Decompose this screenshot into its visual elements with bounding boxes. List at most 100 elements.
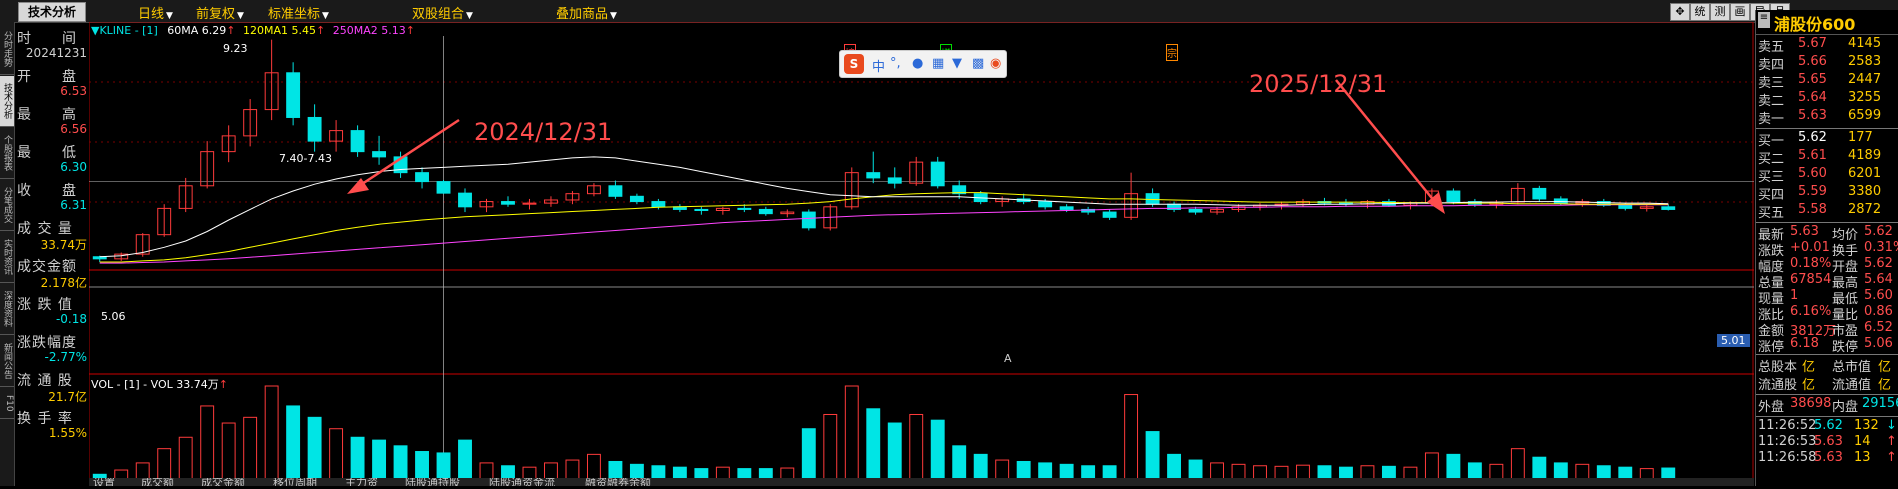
menu-period-label: 日线 [138, 7, 165, 22]
bid-label: 买二 [1758, 152, 1785, 167]
volume-bar [1124, 394, 1139, 481]
menu-adjust-label: 前复权 [196, 7, 236, 22]
candle-body [694, 208, 709, 211]
candle-body [737, 207, 752, 210]
sidebar-item-ticks[interactable]: 分笔成交 [0, 180, 14, 231]
bottom-tab[interactable]: 融资融券余额 [585, 478, 651, 486]
candle-body [1553, 198, 1568, 204]
ime-punct[interactable]: °, [890, 56, 901, 71]
quote-value: +0.01 [1790, 240, 1830, 255]
tool-stats[interactable]: 统 [1690, 3, 1710, 21]
tool-draw[interactable]: 画 [1730, 3, 1750, 21]
tool-measure[interactable]: 测 [1710, 3, 1730, 21]
quote-row: 11:26:58 5.63 13 ↑ [1758, 450, 1897, 468]
bottom-tab[interactable]: 陆股通资金流 [489, 478, 555, 486]
bottom-tab[interactable]: 陆股通持股 [405, 478, 460, 486]
candle-body [608, 185, 623, 197]
bid-volume: 177 [1848, 130, 1873, 145]
legend-kline: ▼KLINE - [1] [91, 24, 158, 37]
menu-icon[interactable]: ≡ [1758, 12, 1770, 28]
volume-bar [801, 428, 816, 481]
candle-body [1188, 208, 1203, 213]
inner-label: 内盘 [1832, 400, 1859, 415]
share-value: 亿 [1802, 360, 1816, 375]
bid-volume: 3380 [1848, 184, 1882, 199]
sidebar-item-f10[interactable]: F10 [0, 388, 14, 419]
menu-overlay[interactable]: 叠加商品 ▼ [556, 3, 617, 22]
sidebar-item-report[interactable]: 个股报表 [0, 128, 14, 179]
bottom-tab[interactable]: 成交额 [141, 478, 174, 486]
menu-dual-stock[interactable]: 双股组合 ▼ [412, 3, 473, 22]
tab-technical-analysis[interactable]: 技术分析 [18, 2, 86, 22]
ask-label: 卖四 [1758, 58, 1785, 73]
annotation-2024: 2024/12/31 [474, 118, 613, 146]
volume-bar [350, 436, 365, 481]
bottom-tab[interactable]: 设置 [93, 478, 115, 486]
candle-body [458, 192, 472, 208]
sidebar-item-intraday[interactable]: 分时走势 [0, 24, 14, 75]
dw-label: 换 手 率 [17, 411, 73, 427]
menu-axis[interactable]: 标准坐标 ▼ [268, 3, 329, 22]
crosshair-icon[interactable]: ✥ [1670, 3, 1690, 21]
ime-mode[interactable]: 中 [872, 56, 885, 75]
vol-legend: VOL - [1] - VOL 33.74万↑ [91, 378, 228, 391]
tick-volume: 132 [1854, 418, 1879, 433]
quote-row: 买三 5.60 6201 [1758, 166, 1897, 185]
quote-value: 6.52 [1864, 320, 1893, 335]
bottom-tab[interactable]: 成交金额 [201, 478, 245, 486]
skin-icon[interactable]: ▼ [952, 56, 962, 71]
microphone-icon[interactable]: ● [912, 56, 923, 71]
tick-direction: ↑ [1886, 450, 1897, 465]
orderbook-divider [1756, 416, 1898, 417]
ask-label: 卖三 [1758, 76, 1785, 91]
quote-label: 涨停 [1758, 340, 1785, 355]
menu-period[interactable]: 日线 ▼ [138, 3, 173, 22]
quote-row: 买二 5.61 4189 [1758, 148, 1897, 167]
quote-value: 5.63 [1790, 224, 1819, 239]
ma60-line [99, 156, 1669, 258]
bottom-tab[interactable]: 主力资 [345, 478, 378, 486]
keyboard-icon[interactable]: ▦ [932, 56, 944, 71]
face-icon[interactable]: ◉ [990, 56, 1001, 71]
kline-chart[interactable]: ▼KLINE - [1] 60MA 6.29↑ 120MA1 5.45↑ 250… [88, 21, 1754, 486]
volume-bar [1145, 431, 1160, 481]
volume-bar [307, 416, 322, 481]
chart-canvas [88, 21, 1754, 486]
event-marker-block[interactable]: 宗 [1166, 44, 1178, 61]
dw-label: 涨 跌 值 [17, 297, 73, 313]
sidebar-item-news[interactable]: 实时资讯 [0, 232, 14, 283]
volume-bar [1188, 459, 1203, 481]
tick-volume: 14 [1854, 434, 1871, 449]
candle-body [372, 151, 387, 158]
ime-toolbar[interactable]: S 中 °, ● ▦ ▼ ▩ ◉ [839, 50, 1007, 78]
share-value: 亿 [1802, 378, 1816, 393]
data-window: 时 间 20241231 开 盘 6.53 最 高 6.56 最 低 6.30 收 盘 6.31 成… [15, 22, 89, 486]
volume-bar [995, 459, 1010, 481]
sidebar-item-profile[interactable]: 深度资料 [0, 284, 14, 335]
candle-body [1618, 204, 1633, 209]
dw-label: 流 通 股 [17, 373, 73, 389]
ask-label: 卖二 [1758, 94, 1785, 109]
dw-label: 最 高 [17, 107, 77, 123]
sidebar-item-announcements[interactable]: 新闻公告 [0, 336, 14, 387]
sidebar-item-technical[interactable]: 技术分析 [0, 76, 14, 127]
menu-overlay-label: 叠加商品 [556, 7, 609, 22]
quote-row: 买四 5.59 3380 [1758, 184, 1897, 203]
grid-icon[interactable]: ▩ [972, 56, 984, 71]
ask-volume: 6599 [1848, 108, 1882, 123]
ask-label: 卖一 [1758, 112, 1785, 127]
right-price-tag: 5.01 [1717, 334, 1750, 347]
chevron-down-icon: ▼ [610, 11, 617, 21]
share-value: 亿 [1878, 378, 1892, 393]
volume-bar [565, 459, 580, 481]
ask-price: 5.63 [1798, 108, 1827, 123]
bid-price: 5.59 [1798, 184, 1827, 199]
menu-adjust[interactable]: 前复权 ▼ [196, 3, 244, 22]
quote-value: 1 [1790, 288, 1799, 303]
bottom-tab[interactable]: 移位周期 [273, 478, 317, 486]
ask-price: 5.66 [1798, 54, 1827, 69]
dw-value: 6.53 [60, 84, 87, 98]
tick-price: 5.63 [1814, 434, 1843, 449]
ime-logo: S [844, 54, 864, 74]
quote-row: 总股本亿总市值亿 [1758, 356, 1897, 375]
